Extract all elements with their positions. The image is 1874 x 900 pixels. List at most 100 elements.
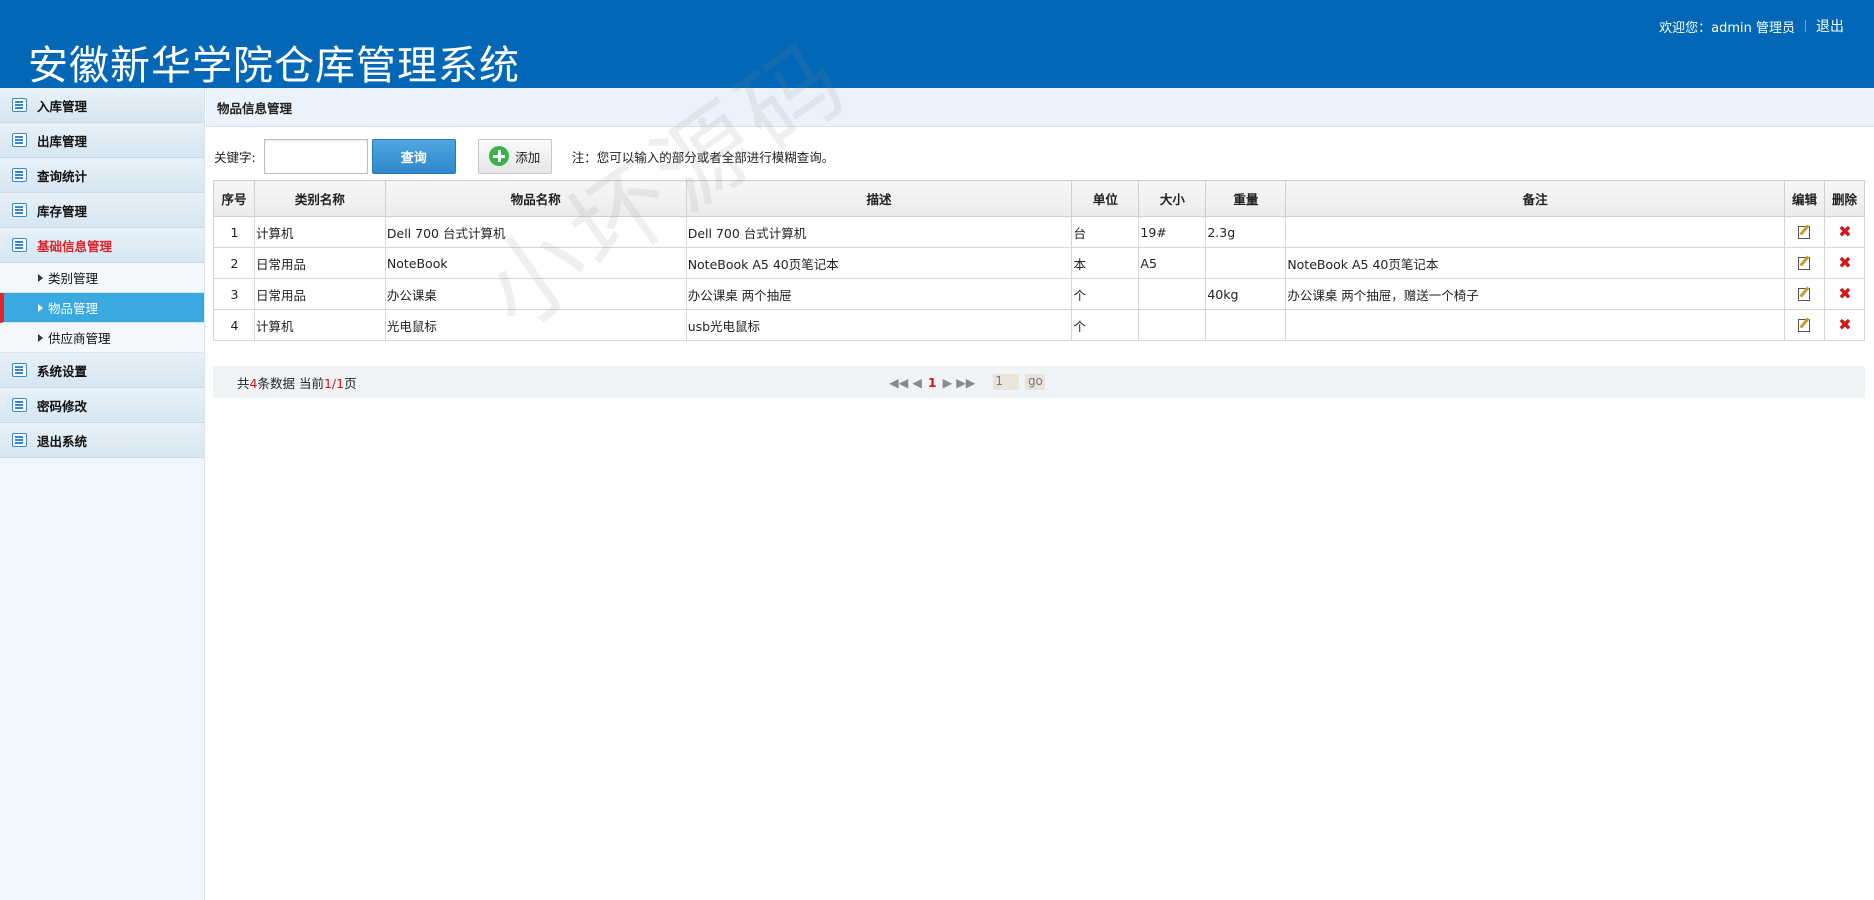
count-mid: 条数据 当前: [257, 375, 324, 391]
cell-unit: 本: [1071, 247, 1140, 279]
col-header-edit: 编辑: [1783, 180, 1825, 217]
first-page-icon[interactable]: ◀◀: [889, 375, 908, 390]
sidebar-item-password[interactable]: 密码修改: [0, 388, 204, 423]
sidebar-item-label: 出库管理: [37, 133, 88, 149]
record-count: 共4条数据 当前1/1页: [237, 373, 357, 392]
cell-remark: [1285, 309, 1785, 341]
col-header-delete: 删除: [1823, 180, 1866, 217]
table-row: 3 日常用品 办公课桌 办公课桌 两个抽屉 个 40kg 办公课桌 两个抽屉，赠…: [213, 278, 1866, 310]
goto-page-input[interactable]: 1: [993, 374, 1020, 390]
sidebar: 入库管理 出库管理 查询统计 库存管理 基础信息管理 类别管理 物品管理 供应商…: [0, 88, 205, 900]
logout-link[interactable]: 退出: [1816, 16, 1844, 36]
cell-weight: 2.3g: [1205, 216, 1287, 248]
table-row: 4 计算机 光电鼠标 usb光电鼠标 个 ✖: [213, 309, 1866, 341]
cell-description: 办公课桌 两个抽屉: [685, 278, 1073, 310]
delete-icon[interactable]: ✖: [1838, 254, 1851, 270]
cell-remark: [1285, 216, 1785, 248]
sidebar-item-query-stats[interactable]: 查询统计: [0, 158, 204, 193]
cell-item-name: Dell 700 台式计算机: [384, 216, 687, 248]
cell-index: 1: [213, 216, 255, 248]
sidebar-item-basic-info[interactable]: 基础信息管理: [0, 228, 204, 263]
cell-delete: ✖: [1823, 278, 1866, 310]
search-button[interactable]: 查询: [371, 138, 456, 174]
list-icon: [12, 363, 27, 377]
keyword-label: 关键字:: [214, 149, 256, 165]
page-link-current[interactable]: 1: [928, 375, 937, 390]
delete-icon[interactable]: ✖: [1838, 223, 1851, 239]
go-button[interactable]: go: [1025, 374, 1046, 390]
cell-item-name: 光电鼠标: [384, 309, 687, 341]
list-icon: [12, 168, 27, 182]
sidebar-subitem-items[interactable]: 物品管理: [0, 293, 204, 323]
cell-category: 日常用品: [253, 247, 386, 279]
cell-unit: 个: [1071, 309, 1140, 341]
keyword-input[interactable]: [263, 138, 368, 174]
cell-item-name: NoteBook: [384, 247, 687, 279]
cell-edit: [1783, 309, 1825, 341]
sidebar-subitem-label: 供应商管理: [48, 331, 111, 346]
current-page: 1: [323, 375, 332, 391]
user-bar: 欢迎您：admin 管理员 退出: [1659, 16, 1844, 36]
app-header: 安徽新华学院仓库管理系统 欢迎您：admin 管理员 退出: [0, 0, 1874, 89]
cell-category: 计算机: [253, 216, 386, 248]
last-page-icon[interactable]: ▶▶: [956, 375, 975, 390]
sidebar-item-outbound[interactable]: 出库管理: [0, 123, 204, 158]
col-header-unit: 单位: [1071, 180, 1140, 217]
delete-icon[interactable]: ✖: [1838, 316, 1851, 332]
edit-icon[interactable]: [1797, 224, 1813, 239]
search-toolbar: 关键字: 查询 添加 注：您可以输入的部分或者全部进行模糊查询。: [214, 137, 834, 175]
add-button[interactable]: 添加: [477, 138, 552, 174]
divider: [1805, 20, 1806, 32]
cell-size: [1138, 278, 1207, 310]
sidebar-subitem-supplier[interactable]: 供应商管理: [0, 323, 204, 353]
items-table: 序号 类别名称 物品名称 描述 单位 大小 重量 备注 编辑 删除 1 计算机 …: [213, 180, 1866, 341]
sidebar-item-inventory[interactable]: 库存管理: [0, 193, 204, 228]
cell-edit: [1783, 247, 1825, 279]
count-prefix: 共: [237, 375, 250, 391]
sidebar-item-exit[interactable]: 退出系统: [0, 423, 204, 458]
cell-description: NoteBook A5 40页笔记本: [685, 247, 1073, 279]
table-row: 1 计算机 Dell 700 台式计算机 Dell 700 台式计算机 台 19…: [213, 216, 1866, 248]
cell-delete: ✖: [1823, 216, 1866, 248]
cell-weight: [1205, 309, 1287, 341]
caret-right-icon: [38, 274, 43, 282]
col-header-description: 描述: [685, 180, 1073, 217]
sidebar-item-label: 系统设置: [37, 363, 88, 379]
sidebar-item-label: 退出系统: [37, 433, 88, 449]
sidebar-item-inbound[interactable]: 入库管理: [0, 88, 204, 123]
cell-weight: 40kg: [1205, 278, 1287, 310]
sidebar-subitem-category[interactable]: 类别管理: [0, 263, 204, 293]
sidebar-subitem-label: 类别管理: [48, 271, 99, 286]
cell-size: [1138, 309, 1207, 341]
count-suffix: 页: [344, 375, 357, 391]
cell-category: 计算机: [253, 309, 386, 341]
list-icon: [12, 398, 27, 412]
pagination-bar: 共4条数据 当前1/1页 ◀◀ ◀ 1 ▶ ▶▶ 1 go: [213, 366, 1865, 398]
sidebar-item-label: 查询统计: [37, 168, 88, 184]
caret-right-icon: [38, 334, 43, 342]
next-page-icon[interactable]: ▶: [943, 375, 953, 390]
cell-description: usb光电鼠标: [685, 309, 1073, 341]
edit-icon[interactable]: [1797, 286, 1813, 301]
cell-remark: 办公课桌 两个抽屉，赠送一个椅子: [1285, 278, 1785, 310]
sidebar-item-settings[interactable]: 系统设置: [0, 353, 204, 388]
sidebar-subitem-label: 物品管理: [48, 301, 99, 316]
main-content: 物品信息管理 关键字: 查询 添加 注：您可以输入的部分或者全部进行模糊查询。 …: [206, 88, 1874, 900]
edit-icon[interactable]: [1797, 255, 1813, 270]
cell-remark: NoteBook A5 40页笔记本: [1285, 247, 1785, 279]
page-nav: ◀◀ ◀ 1 ▶ ▶▶ 1 go: [889, 374, 1049, 390]
edit-icon[interactable]: [1797, 317, 1813, 332]
cell-weight: [1205, 247, 1287, 279]
col-header-remark: 备注: [1285, 180, 1785, 217]
cell-size: A5: [1138, 247, 1207, 279]
page-title: 物品信息管理: [206, 88, 1874, 127]
cell-index: 2: [213, 247, 255, 279]
cell-size: 19#: [1138, 216, 1207, 248]
sidebar-item-label: 入库管理: [37, 98, 88, 114]
total-pages: 1: [336, 375, 345, 391]
prev-page-icon[interactable]: ◀: [912, 375, 922, 390]
cell-delete: ✖: [1823, 247, 1866, 279]
cell-index: 4: [213, 309, 255, 341]
cell-item-name: 办公课桌: [384, 278, 687, 310]
delete-icon[interactable]: ✖: [1838, 285, 1851, 301]
